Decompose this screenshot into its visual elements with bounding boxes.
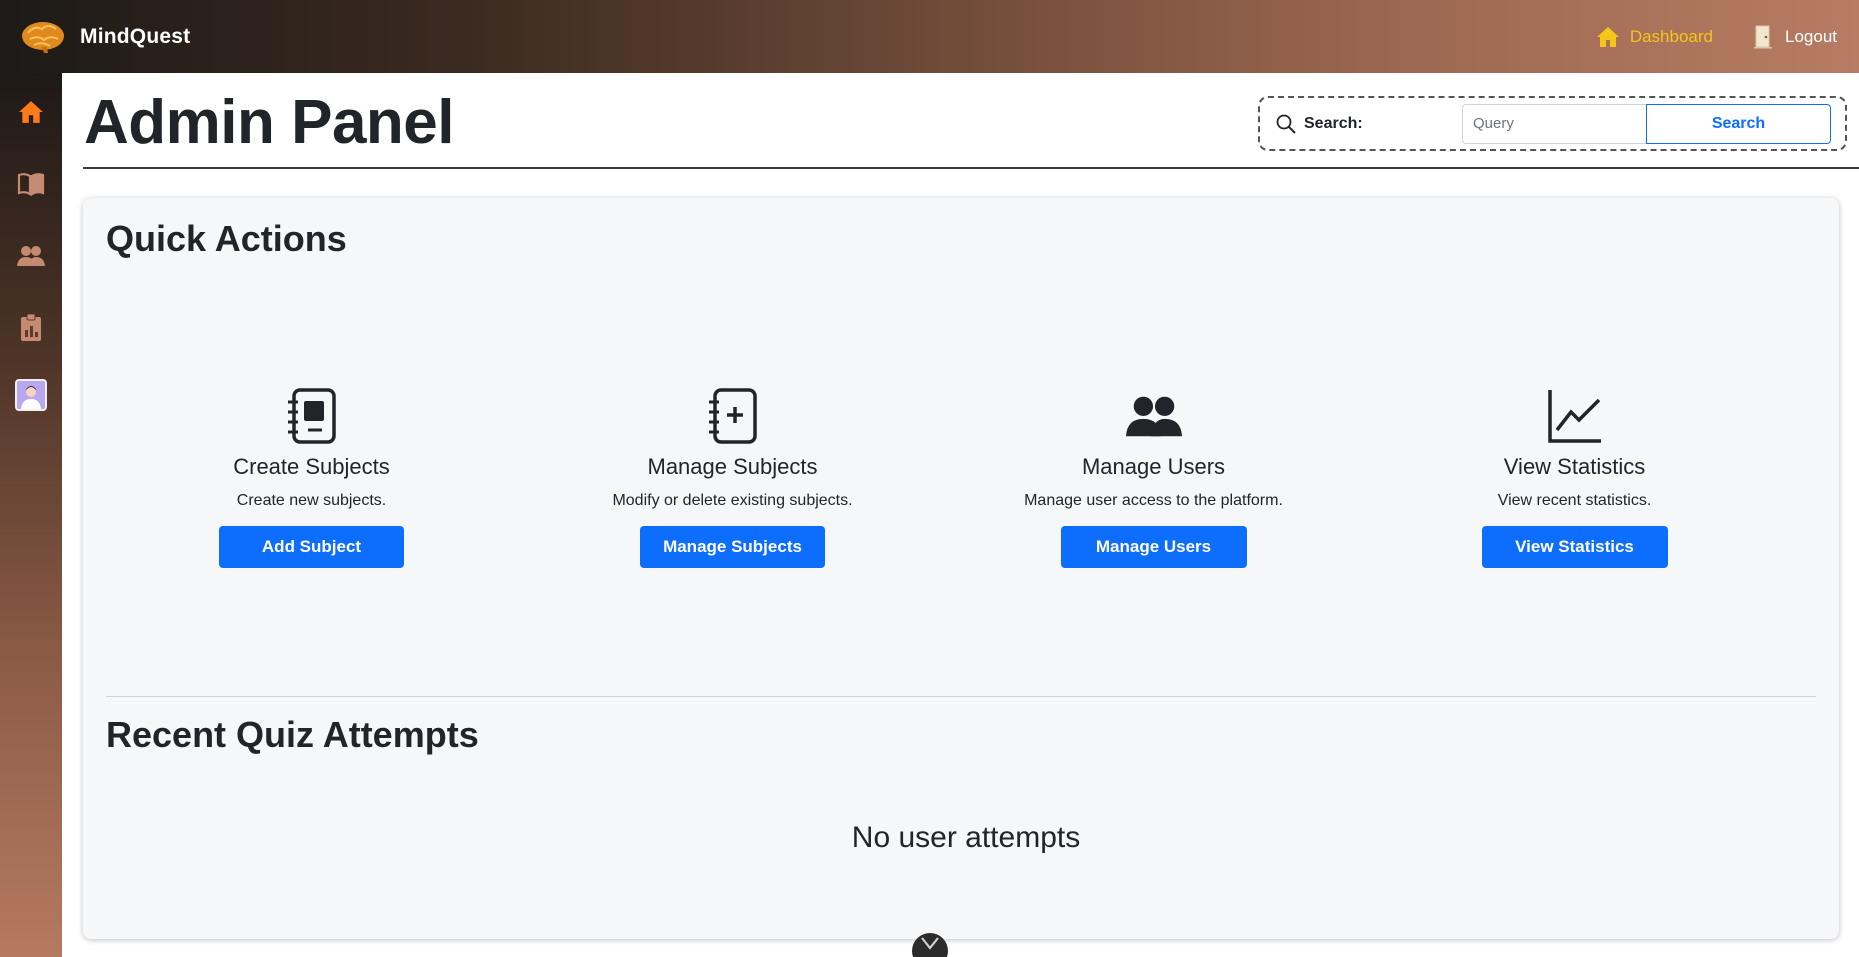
manage-subjects-button[interactable]: Manage Subjects: [640, 526, 825, 568]
nav-dashboard-link[interactable]: Dashboard: [1596, 25, 1713, 49]
empty-state-message: No user attempts: [851, 821, 1081, 854]
main-content: Admin Panel Search: Search Quick Actions: [62, 73, 1859, 957]
quick-action-title: View Statistics: [1503, 454, 1646, 479]
book-icon: [17, 173, 45, 196]
quick-action-title: Manage Users: [1081, 454, 1226, 479]
search-label: Search:: [1276, 114, 1462, 134]
quick-action-manage-subjects: Manage Subjects Modify or delete existin…: [522, 388, 943, 568]
search-input[interactable]: [1462, 103, 1646, 144]
recent-attempts-title: Recent Quiz Attempts: [106, 714, 479, 755]
quick-action-description: View recent statistics.: [1497, 492, 1652, 509]
search-button[interactable]: Search: [1646, 103, 1831, 144]
quick-action-view-statistics: View Statistics View recent statistics. …: [1364, 388, 1785, 568]
quick-action-title: Manage Subjects: [647, 454, 818, 479]
door-icon: [1754, 25, 1772, 48]
top-navbar: MindQuest Dashboard Logout: [0, 0, 1859, 73]
view-statistics-button[interactable]: View Statistics: [1481, 526, 1668, 568]
home-icon: [19, 101, 43, 123]
nav-logout-link[interactable]: Logout: [1751, 25, 1837, 49]
nav-dashboard-label: Dashboard: [1629, 26, 1713, 46]
chevron-down-icon: [921, 937, 939, 950]
admin-card: Quick Actions Create Subjects Create new…: [83, 198, 1839, 939]
top-nav: Dashboard Logout: [1596, 25, 1837, 49]
title-divider: [83, 167, 1859, 169]
quick-action-description: Manage user access to the platform.: [1024, 492, 1283, 509]
brain-logo-icon: [22, 21, 64, 53]
sidebar-item-home[interactable]: [16, 97, 46, 127]
manage-users-button[interactable]: Manage Users: [1060, 526, 1247, 568]
people-icon: [1125, 388, 1182, 444]
brand[interactable]: MindQuest: [20, 19, 190, 55]
users-icon: [17, 246, 45, 266]
search-icon: [1276, 114, 1296, 134]
empty-state: No user attempts: [83, 821, 1839, 855]
notebook-plus-icon: [705, 388, 761, 444]
sidebar-item-subjects[interactable]: [16, 169, 46, 199]
quick-action-manage-users: Manage Users Manage user access to the p…: [943, 388, 1364, 568]
user-avatar-icon: [17, 381, 45, 409]
search-form: Search: Search: [1258, 96, 1847, 151]
search-label-text: Search:: [1304, 114, 1363, 132]
nav-logout-label: Logout: [1785, 26, 1837, 46]
add-subject-button[interactable]: Add Subject: [219, 526, 404, 568]
clipboard-chart-icon: [21, 314, 41, 341]
quick-action-description: Modify or delete existing subjects.: [612, 492, 853, 509]
quick-actions-list: Create Subjects Create new subjects. Add…: [83, 388, 1839, 568]
page-title: Admin Panel: [84, 88, 455, 157]
quick-action-title: Create Subjects: [233, 454, 390, 479]
line-chart-icon: [1547, 388, 1603, 444]
avatar[interactable]: [15, 379, 47, 411]
notebook-icon: [284, 388, 340, 444]
home-icon: [1596, 26, 1619, 47]
sidebar-item-reports[interactable]: [16, 313, 46, 343]
sidebar: [0, 73, 62, 957]
quick-action-description: Create new subjects.: [236, 492, 387, 509]
section-divider: [106, 696, 1816, 697]
quick-actions-title: Quick Actions: [106, 218, 347, 259]
sidebar-item-users[interactable]: [16, 241, 46, 271]
brand-name: MindQuest: [80, 24, 191, 48]
quick-action-create-subjects: Create Subjects Create new subjects. Add…: [101, 388, 522, 568]
